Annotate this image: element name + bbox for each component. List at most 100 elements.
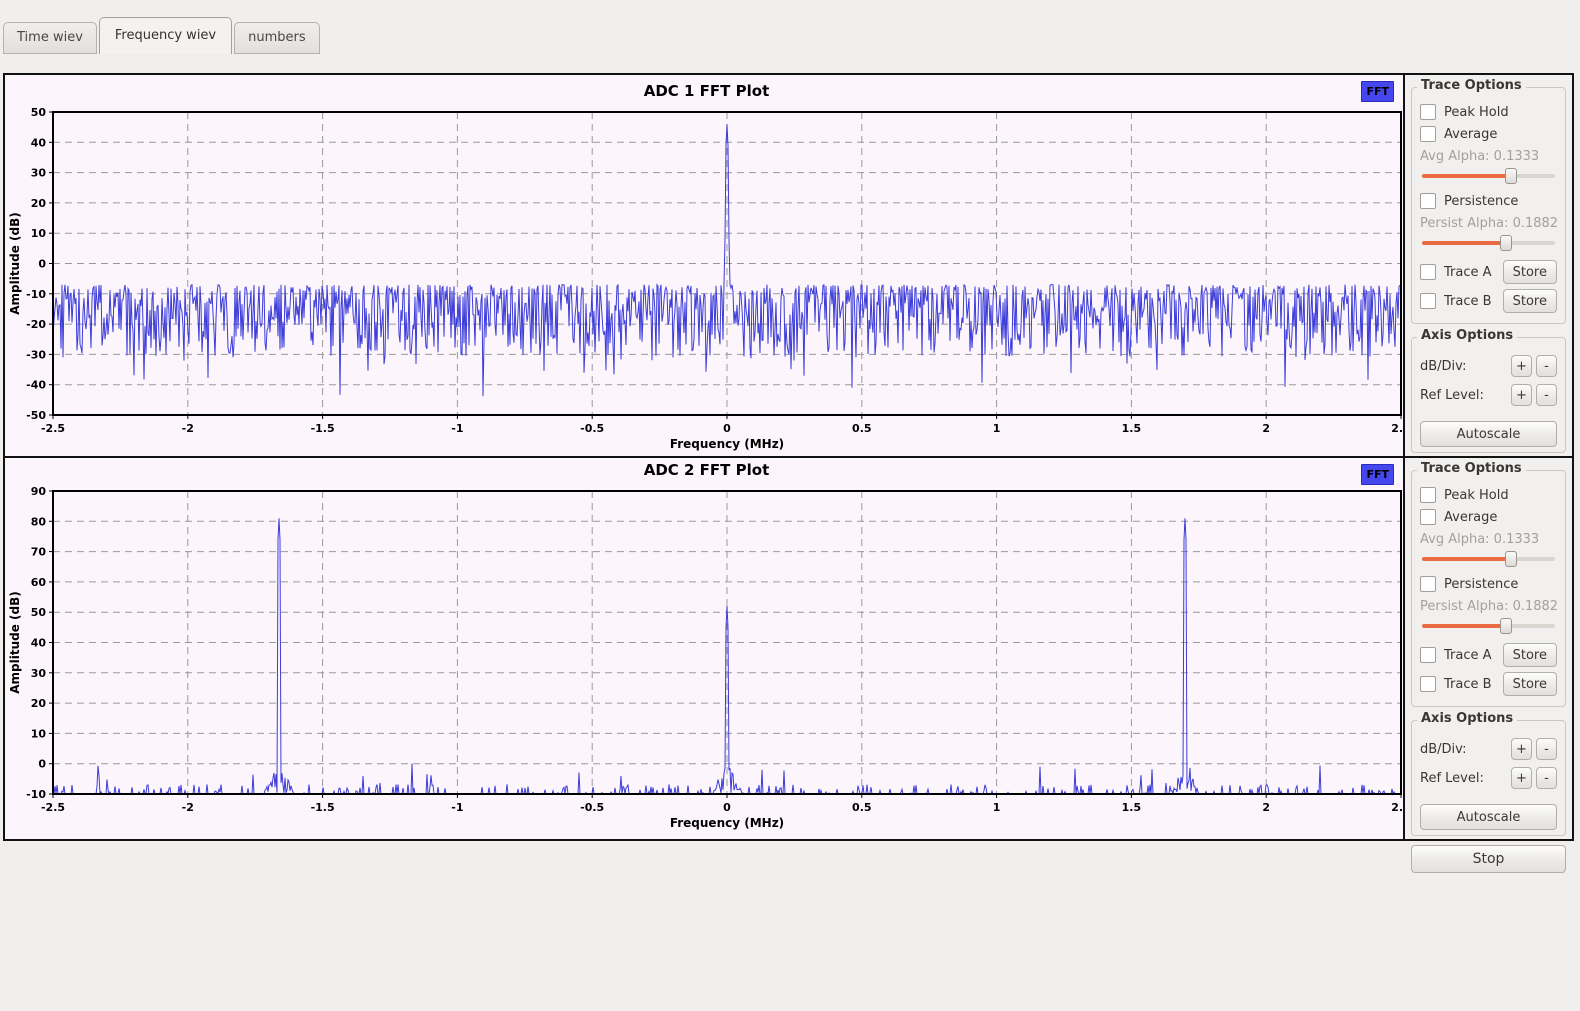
- svg-text:1.5: 1.5: [1122, 801, 1142, 814]
- avg-alpha-slider-1[interactable]: [1422, 167, 1555, 184]
- trace-a-check-row-2[interactable]: Trace A: [1420, 647, 1492, 663]
- control-panel-2: Trace Options Peak Hold Average Avg Alph…: [1405, 458, 1572, 839]
- average-label-1: Average: [1444, 127, 1497, 142]
- persist-alpha-slider-2[interactable]: [1422, 617, 1555, 634]
- axis-options-group-1: Axis Options dB/Div: + - Ref Level: + - …: [1411, 337, 1566, 453]
- svg-text:1: 1: [993, 801, 1001, 814]
- svg-text:2.5: 2.5: [1391, 801, 1405, 814]
- ref-level-minus-button-1[interactable]: -: [1536, 384, 1557, 406]
- autoscale-button-1[interactable]: Autoscale: [1420, 421, 1557, 447]
- svg-text:30: 30: [31, 167, 47, 180]
- trace-b-check-row-1[interactable]: Trace B: [1420, 293, 1492, 309]
- svg-text:10: 10: [31, 227, 47, 240]
- db-div-row-2: dB/Div: + -: [1420, 738, 1557, 760]
- avg-alpha-label-2: Avg Alpha: 0.1333: [1420, 532, 1557, 547]
- persist-alpha-slider-1[interactable]: [1422, 234, 1555, 251]
- trace-a-check-row-1[interactable]: Trace A: [1420, 264, 1492, 280]
- ref-level-plus-button-1[interactable]: +: [1511, 384, 1532, 406]
- svg-text:Amplitude (dB): Amplitude (dB): [8, 591, 22, 694]
- adc1-fft-plot-canvas[interactable]: -2.5-2-1.5-1-0.500.511.522.5-50-40-30-20…: [5, 75, 1405, 456]
- slider-handle[interactable]: [1505, 551, 1517, 567]
- trace-options-legend-1: Trace Options: [1417, 78, 1526, 93]
- db-div-minus-button-1[interactable]: -: [1536, 355, 1557, 377]
- trace-options-legend-2: Trace Options: [1417, 461, 1526, 476]
- svg-text:70: 70: [31, 546, 47, 559]
- trace-a-checkbox-2[interactable]: [1420, 647, 1436, 663]
- trace-b-row-2: Trace B Store: [1420, 672, 1557, 696]
- svg-text:0.5: 0.5: [852, 422, 872, 435]
- average-checkbox-1[interactable]: [1420, 126, 1436, 142]
- ref-level-row-1: Ref Level: + -: [1420, 384, 1557, 406]
- db-div-plus-button-2[interactable]: +: [1511, 738, 1532, 760]
- peak-hold-row-1[interactable]: Peak Hold: [1420, 104, 1557, 120]
- persistence-row-2[interactable]: Persistence: [1420, 576, 1557, 592]
- persist-alpha-label-2: Persist Alpha: 0.1882: [1420, 599, 1557, 614]
- svg-text:40: 40: [31, 136, 47, 149]
- persistence-row-1[interactable]: Persistence: [1420, 193, 1557, 209]
- trace-a-label-1: Trace A: [1444, 265, 1492, 280]
- svg-text:0: 0: [723, 422, 731, 435]
- ref-level-row-2: Ref Level: + -: [1420, 767, 1557, 789]
- adc1-row: -2.5-2-1.5-1-0.500.511.522.5-50-40-30-20…: [5, 75, 1572, 456]
- svg-text:Frequency (MHz): Frequency (MHz): [670, 816, 784, 830]
- ref-level-minus-button-2[interactable]: -: [1536, 767, 1557, 789]
- average-row-2[interactable]: Average: [1420, 509, 1557, 525]
- average-checkbox-2[interactable]: [1420, 509, 1436, 525]
- peak-hold-checkbox-2[interactable]: [1420, 487, 1436, 503]
- svg-text:-2.5: -2.5: [41, 801, 65, 814]
- adc2-row: -2.5-2-1.5-1-0.500.511.522.5-10010203040…: [5, 456, 1572, 839]
- svg-text:-50: -50: [26, 409, 46, 422]
- svg-text:60: 60: [31, 576, 47, 589]
- slider-fill: [1422, 557, 1511, 561]
- slider-handle[interactable]: [1500, 235, 1512, 251]
- trace-a-row-1: Trace A Store: [1420, 260, 1557, 284]
- persistence-checkbox-2[interactable]: [1420, 576, 1436, 592]
- axis-options-legend-1: Axis Options: [1417, 328, 1517, 343]
- tab-frequency-wiev[interactable]: Frequency wiev: [99, 17, 232, 54]
- svg-text:ADC 2 FFT Plot: ADC 2 FFT Plot: [644, 461, 770, 479]
- svg-text:50: 50: [31, 106, 47, 119]
- tab-numbers[interactable]: numbers: [234, 22, 320, 54]
- peak-hold-checkbox-1[interactable]: [1420, 104, 1436, 120]
- svg-text:1.5: 1.5: [1122, 422, 1142, 435]
- persistence-label-2: Persistence: [1444, 577, 1518, 592]
- persistence-checkbox-1[interactable]: [1420, 193, 1436, 209]
- trace-b-checkbox-2[interactable]: [1420, 676, 1436, 692]
- trace-options-group-1: Trace Options Peak Hold Average Avg Alph…: [1411, 87, 1566, 324]
- tab-time-wiev[interactable]: Time wiev: [3, 22, 97, 54]
- axis-options-group-2: Axis Options dB/Div: + - Ref Level: + - …: [1411, 720, 1566, 836]
- avg-alpha-slider-2[interactable]: [1422, 550, 1555, 567]
- peak-hold-label-2: Peak Hold: [1444, 488, 1509, 503]
- slider-fill: [1422, 174, 1511, 178]
- autoscale-button-2[interactable]: Autoscale: [1420, 804, 1557, 830]
- svg-text:Amplitude (dB): Amplitude (dB): [8, 212, 22, 315]
- adc2-fft-plot-canvas[interactable]: -2.5-2-1.5-1-0.500.511.522.5-10010203040…: [5, 458, 1405, 839]
- ref-level-plus-button-2[interactable]: +: [1511, 767, 1532, 789]
- axis-options-legend-2: Axis Options: [1417, 711, 1517, 726]
- slider-handle[interactable]: [1505, 168, 1517, 184]
- trace-a-checkbox-1[interactable]: [1420, 264, 1436, 280]
- svg-text:-2.5: -2.5: [41, 422, 65, 435]
- db-div-label-1: dB/Div:: [1420, 359, 1467, 374]
- db-div-plus-button-1[interactable]: +: [1511, 355, 1532, 377]
- slider-fill: [1422, 241, 1506, 245]
- trace-b-label-1: Trace B: [1444, 294, 1492, 309]
- svg-text:2: 2: [1262, 422, 1270, 435]
- persist-alpha-label-1: Persist Alpha: 0.1882: [1420, 216, 1557, 231]
- trace-b-checkbox-1[interactable]: [1420, 293, 1436, 309]
- fft-window-body: -2.5-2-1.5-1-0.500.511.522.5-50-40-30-20…: [3, 73, 1574, 841]
- stop-button-2[interactable]: Stop: [1411, 845, 1566, 873]
- svg-text:50: 50: [31, 606, 47, 619]
- trace-b-check-row-2[interactable]: Trace B: [1420, 676, 1492, 692]
- peak-hold-row-2[interactable]: Peak Hold: [1420, 487, 1557, 503]
- db-div-minus-button-2[interactable]: -: [1536, 738, 1557, 760]
- store-trace-b-button-2[interactable]: Store: [1503, 672, 1557, 696]
- svg-text:-0.5: -0.5: [580, 422, 604, 435]
- svg-text:30: 30: [31, 667, 47, 680]
- svg-text:20: 20: [31, 697, 47, 710]
- store-trace-a-button-2[interactable]: Store: [1503, 643, 1557, 667]
- store-trace-b-button-1[interactable]: Store: [1503, 289, 1557, 313]
- average-row-1[interactable]: Average: [1420, 126, 1557, 142]
- slider-handle[interactable]: [1500, 618, 1512, 634]
- store-trace-a-button-1[interactable]: Store: [1503, 260, 1557, 284]
